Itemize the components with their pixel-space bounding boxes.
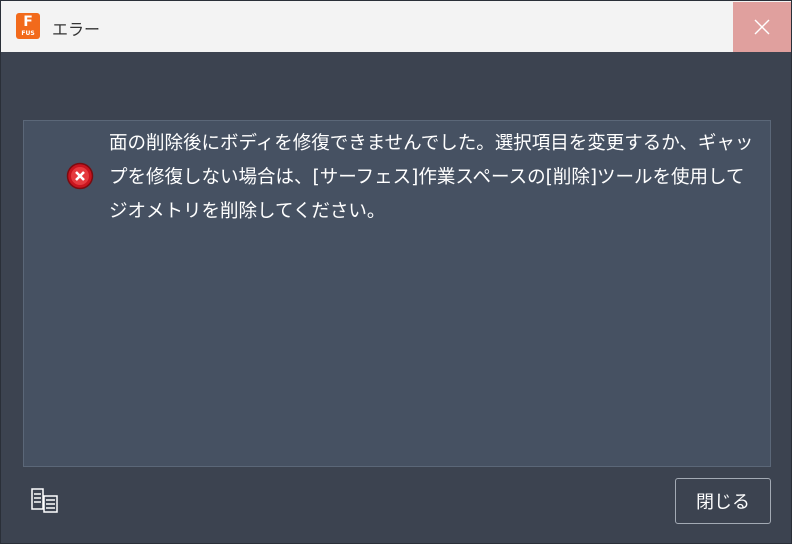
- close-icon: [754, 19, 770, 35]
- error-icon: [66, 162, 94, 190]
- title-bar: F FUS エラー: [1, 1, 791, 52]
- error-message: 面の削除後にボディを修復できませんでした。選択項目を変更するか、ギャップを修復し…: [109, 133, 754, 222]
- error-dialog: F FUS エラー 面の削除後にボディを修復できませんでした。選択項目を変更する…: [0, 0, 792, 544]
- close-window-button[interactable]: [733, 2, 791, 52]
- close-button[interactable]: 閉じる: [675, 478, 771, 524]
- app-icon-letter: F: [23, 14, 33, 30]
- window-title: エラー: [52, 20, 101, 39]
- app-icon: F FUS: [16, 13, 40, 39]
- details-list-icon[interactable]: [31, 488, 59, 514]
- app-icon-sub: FUS: [21, 30, 35, 37]
